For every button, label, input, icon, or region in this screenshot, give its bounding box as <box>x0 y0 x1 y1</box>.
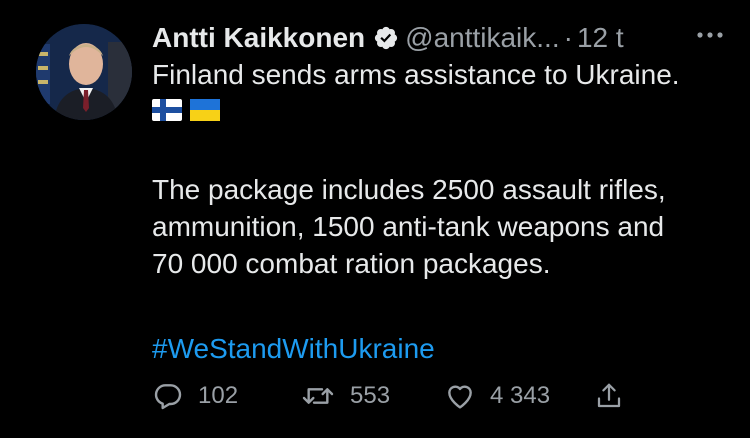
more-dots-icon <box>697 32 723 38</box>
retweet-count: 553 <box>350 382 391 409</box>
flag-emojis <box>152 97 732 123</box>
tweet-text-line: The package includes 2500 assault rifles… <box>152 174 666 205</box>
tweet-content: Antti Kaikkonen @anttikaik... · 12 t Fin… <box>152 20 732 367</box>
author-name[interactable]: Antti Kaikkonen <box>152 20 365 56</box>
reply-icon <box>154 384 182 410</box>
flag-ukraine-icon <box>190 99 220 121</box>
retweet-button[interactable]: 553 <box>300 380 444 412</box>
tweet-timestamp[interactable]: 12 t <box>577 20 624 56</box>
share-icon <box>597 383 621 408</box>
tweet-header: Antti Kaikkonen @anttikaik... · 12 t <box>152 20 732 56</box>
reply-count: 102 <box>198 382 239 409</box>
tweet-text-line: Finland sends arms assistance to Ukraine… <box>152 59 680 90</box>
more-options-button[interactable] <box>690 20 730 50</box>
author-handle[interactable]: @anttikaik... <box>405 20 559 56</box>
tweet-text-line: 70 000 combat ration packages. <box>152 248 551 279</box>
tweet-text-line: ammunition, 1500 anti-tank weapons and <box>152 211 665 242</box>
tweet-actions: 102 553 4 343 <box>152 380 624 412</box>
flag-finland-icon <box>152 99 182 121</box>
reply-button[interactable]: 102 <box>152 380 300 412</box>
like-button[interactable]: 4 343 <box>444 380 594 412</box>
tweet-text: Finland sends arms assistance to Ukraine… <box>152 56 732 367</box>
avatar-image <box>36 24 132 120</box>
separator-dot: · <box>563 22 573 53</box>
verified-badge-icon <box>373 25 399 51</box>
avatar[interactable] <box>36 24 132 120</box>
share-button[interactable] <box>594 380 624 412</box>
tweet-card[interactable]: Antti Kaikkonen @anttikaik... · 12 t Fin… <box>0 0 750 438</box>
hashtag-link[interactable]: #WeStandWithUkraine <box>152 330 732 367</box>
like-count: 4 343 <box>490 382 551 409</box>
heart-icon <box>448 385 472 409</box>
retweet-icon <box>302 388 334 404</box>
